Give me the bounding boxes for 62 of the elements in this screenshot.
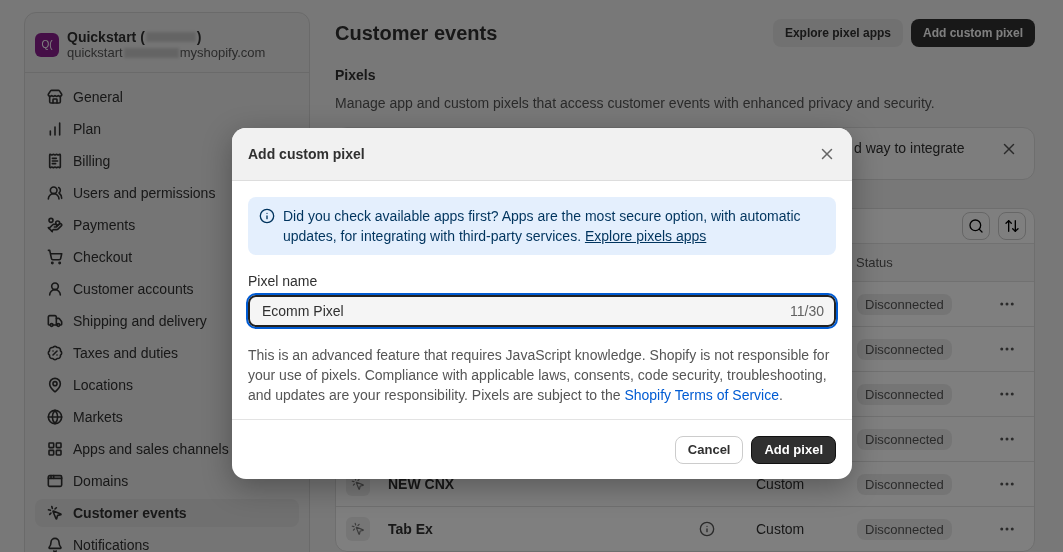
status-badge: Disconnected bbox=[857, 383, 952, 405]
column-header: Status bbox=[856, 255, 894, 270]
status-badge: Disconnected bbox=[857, 473, 952, 495]
sort-icon bbox=[1004, 218, 1020, 234]
store-icon bbox=[47, 89, 63, 105]
table-cell-text: Custom bbox=[756, 521, 806, 537]
sidebar-item[interactable]: Users and permissions bbox=[35, 179, 299, 207]
status-badge: Disconnected bbox=[857, 518, 952, 540]
text-input[interactable]: Ecomm Pixel bbox=[260, 302, 790, 320]
percent-badge-icon bbox=[47, 345, 63, 361]
sidebar-item[interactable]: General bbox=[35, 83, 299, 111]
truck-icon bbox=[47, 313, 63, 329]
sidebar-item[interactable]: Apps and sales channels bbox=[35, 435, 299, 463]
receipt-icon bbox=[47, 153, 63, 169]
section-title: Pixels bbox=[335, 67, 377, 83]
globe-icon bbox=[47, 409, 63, 425]
sort-button[interactable] bbox=[998, 212, 1026, 240]
search-icon bbox=[968, 218, 984, 234]
status-badge: Disconnected bbox=[857, 338, 952, 360]
status-badge: Disconnected bbox=[857, 293, 952, 315]
info-icon[interactable] bbox=[699, 521, 715, 537]
table-cell-text: NEW CNX bbox=[388, 476, 456, 492]
table-cell-text: Tab Ex bbox=[388, 521, 434, 537]
cancel-button[interactable]: Cancel bbox=[674, 435, 744, 464]
banner-text: d way to integrate bbox=[854, 140, 965, 158]
character-counter: 11/30 bbox=[790, 303, 824, 319]
search-button[interactable] bbox=[962, 212, 990, 240]
sidebar-item[interactable]: Plan bbox=[35, 115, 299, 143]
store-domain: quickstart myshopify.com bbox=[67, 45, 266, 60]
store-avatar: Q( bbox=[35, 32, 59, 57]
secondary-button[interactable]: Explore pixel apps bbox=[772, 19, 903, 47]
field-label: Pixel name bbox=[248, 273, 319, 289]
sidebar-item[interactable]: Notifications bbox=[35, 531, 299, 552]
section-description: Manage app and custom pixels that access customer events with enhanced privacy and security. bbox=[335, 95, 936, 111]
primary-button[interactable]: Add custom pixel bbox=[911, 19, 1035, 47]
page-title: Customer events bbox=[335, 21, 498, 45]
input-field[interactable]: Ecomm Pixel 11/30 bbox=[248, 295, 836, 327]
user-icon bbox=[47, 281, 63, 297]
sidebar-item[interactable]: Domains bbox=[35, 467, 299, 495]
pointer-click-icon bbox=[346, 517, 370, 541]
hand-coins-icon bbox=[47, 217, 63, 233]
sidebar-item[interactable]: Markets bbox=[35, 403, 299, 431]
chart-icon bbox=[47, 121, 63, 137]
users-icon bbox=[47, 185, 63, 201]
table-cell-text: Custom bbox=[756, 476, 806, 492]
pin-icon bbox=[47, 377, 63, 393]
sidebar-item[interactable]: Checkout bbox=[35, 243, 299, 271]
sidebar-item[interactable]: Customer events bbox=[35, 499, 299, 527]
status-badge: Disconnected bbox=[857, 428, 952, 450]
add-pixel-button[interactable]: Add pixel bbox=[751, 435, 836, 464]
dialog-title: Add custom pixel bbox=[248, 146, 365, 162]
bell-icon bbox=[47, 537, 63, 552]
pointer-click-icon bbox=[47, 505, 63, 521]
info-icon bbox=[259, 208, 275, 224]
store-name: Quickstart ( ) bbox=[67, 29, 203, 45]
terms-link[interactable]: Shopify Terms of Service bbox=[624, 387, 779, 403]
grid-icon bbox=[47, 441, 63, 457]
disclaimer-text: This is an advanced feature that requires JavaScript knowledge. Shopify is not responsible for your use of pixels. Compliance with applicable laws, consents, code security, troubleshooting, and updates are your responsibility. Pixels are subject to the Shopify Terms of Service. bbox=[248, 346, 831, 405]
explore-link[interactable]: Explore pixels apps bbox=[584, 228, 707, 244]
window-icon bbox=[47, 473, 63, 489]
notice-text: Did you check available apps first? Apps are the most secure option, with automatic updates, for integrating with third-party services. Explore pixels apps bbox=[283, 207, 802, 246]
cart-icon bbox=[47, 249, 63, 265]
